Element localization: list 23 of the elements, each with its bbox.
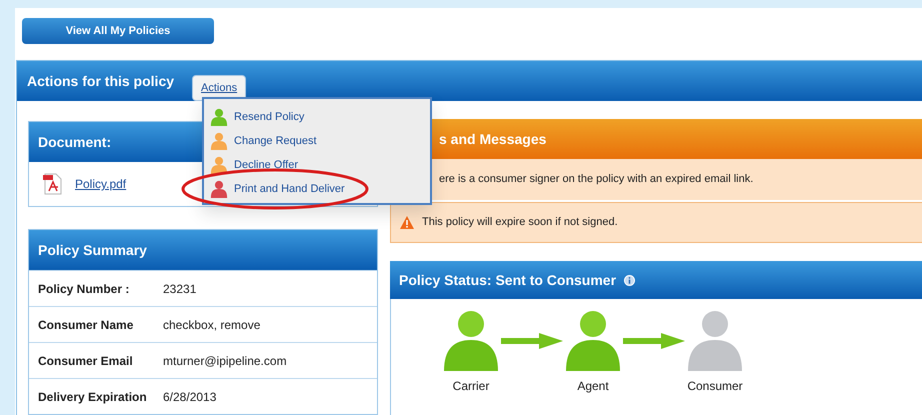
step-label: Agent [577, 378, 609, 395]
card-header: Policy Summary [29, 230, 377, 270]
step-label: Consumer [687, 378, 743, 395]
view-policies-button[interactable]: View All My Policies [22, 18, 214, 44]
field-value: checkbox, remove [163, 316, 260, 334]
info-icon [624, 274, 636, 286]
arrow-icon [623, 333, 685, 349]
menu-item[interactable]: Print and Hand Deliver [206, 177, 430, 201]
field-label: Consumer Email [38, 352, 134, 370]
field-label: Consumer Name [38, 316, 134, 334]
field-label: Delivery Expiration [38, 388, 148, 406]
pdf-icon [43, 173, 63, 195]
field-value: 23231 [163, 280, 196, 298]
message-text: This policy will expire soon if not signed. [422, 215, 618, 230]
panel-title: Actions for this policy [27, 72, 174, 91]
field-value: mturner@ipipeline.com [163, 352, 287, 370]
message-text: ere is a consumer signer on the policy with an expired email link. [439, 172, 754, 188]
step-label: Carrier [452, 378, 490, 395]
status-title: Policy Status: Sent to Consumer [399, 270, 616, 290]
pdf-link[interactable]: Policy.pdf [75, 175, 126, 193]
field-value: 6/28/2013 [163, 388, 216, 406]
field-label: Policy Number : [38, 280, 130, 298]
arrow-icon [501, 333, 563, 349]
